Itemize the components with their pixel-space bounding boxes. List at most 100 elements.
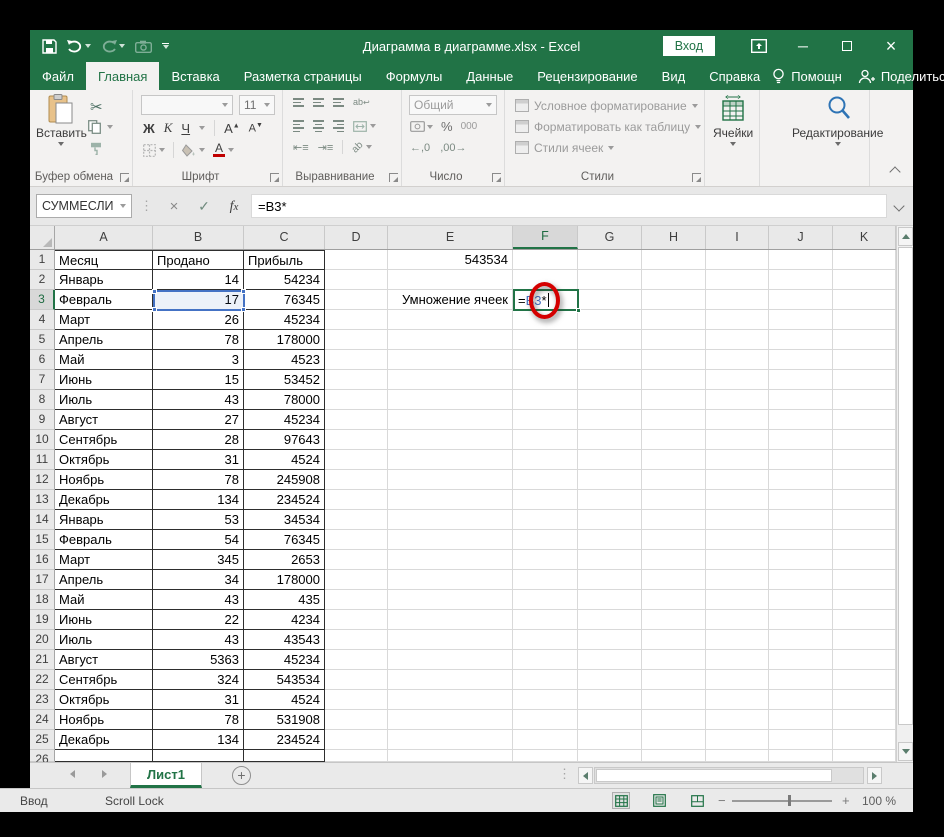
camera-icon[interactable] xyxy=(135,40,152,53)
sheet-nav-right-button[interactable] xyxy=(102,770,107,778)
cell-A15[interactable]: Февраль xyxy=(55,530,153,550)
cell-D19[interactable] xyxy=(325,610,388,630)
cell-I5[interactable] xyxy=(706,330,769,350)
cell-A18[interactable]: Май xyxy=(55,590,153,610)
font-color-button[interactable]: А xyxy=(213,142,234,157)
cell-E16[interactable] xyxy=(388,550,513,570)
underline-dropdown[interactable] xyxy=(199,126,206,130)
row-header-2[interactable]: 2 xyxy=(30,270,55,290)
column-header-B[interactable]: B xyxy=(153,226,244,249)
cell-K8[interactable] xyxy=(833,390,896,410)
cell-J8[interactable] xyxy=(769,390,833,410)
zoom-slider-track[interactable] xyxy=(732,800,832,802)
cell-D20[interactable] xyxy=(325,630,388,650)
cell-C26[interactable] xyxy=(244,750,325,762)
increase-decimal-button[interactable]: ←,0 xyxy=(410,142,430,154)
cell-F23[interactable] xyxy=(513,690,578,710)
cell-H5[interactable] xyxy=(642,330,706,350)
cell-G9[interactable] xyxy=(578,410,642,430)
cell-F25[interactable] xyxy=(513,730,578,750)
cell-C22[interactable]: 543534 xyxy=(244,670,325,690)
underline-button[interactable]: Ч xyxy=(181,121,190,136)
zoom-out-button[interactable]: − xyxy=(718,793,726,808)
cell-G15[interactable] xyxy=(578,530,642,550)
tab-formulas[interactable]: Формулы xyxy=(374,62,455,90)
cell-C1[interactable]: Прибыль xyxy=(244,250,325,270)
row-header-20[interactable]: 20 xyxy=(30,630,55,650)
editing-button[interactable]: Редактирование xyxy=(792,94,883,146)
tab-file[interactable]: Файл xyxy=(30,62,86,90)
cell-A5[interactable]: Апрель xyxy=(55,330,153,350)
wrap-text-button[interactable]: ab↩ xyxy=(353,97,370,107)
merge-center-button[interactable] xyxy=(353,120,376,132)
font-dialog-launcher[interactable] xyxy=(270,173,279,182)
sheet-nav-left-button[interactable] xyxy=(70,770,75,778)
sign-in-button[interactable]: Вход xyxy=(662,36,715,56)
row-header-14[interactable]: 14 xyxy=(30,510,55,530)
cell-G7[interactable] xyxy=(578,370,642,390)
cell-E13[interactable] xyxy=(388,490,513,510)
cell-F21[interactable] xyxy=(513,650,578,670)
cell-H25[interactable] xyxy=(642,730,706,750)
cell-E11[interactable] xyxy=(388,450,513,470)
vertical-scrollbar[interactable] xyxy=(896,226,913,762)
cell-C14[interactable]: 34534 xyxy=(244,510,325,530)
cell-D8[interactable] xyxy=(325,390,388,410)
cell-D23[interactable] xyxy=(325,690,388,710)
cell-A17[interactable]: Апрель xyxy=(55,570,153,590)
cell-I10[interactable] xyxy=(706,430,769,450)
cell-E4[interactable] xyxy=(388,310,513,330)
cell-A3[interactable]: Февраль xyxy=(55,290,153,310)
cell-E2[interactable] xyxy=(388,270,513,290)
cell-B18[interactable]: 43 xyxy=(153,590,244,610)
cell-A7[interactable]: Июнь xyxy=(55,370,153,390)
cell-H22[interactable] xyxy=(642,670,706,690)
row-header-15[interactable]: 15 xyxy=(30,530,55,550)
cell-B19[interactable]: 22 xyxy=(153,610,244,630)
cells-button[interactable]: Ячейки xyxy=(713,94,753,146)
cell-B13[interactable]: 134 xyxy=(153,490,244,510)
cell-H18[interactable] xyxy=(642,590,706,610)
tab-share[interactable]: Поделиться xyxy=(881,69,944,84)
cell-A22[interactable]: Сентябрь xyxy=(55,670,153,690)
new-sheet-button[interactable]: + xyxy=(232,766,251,785)
cell-F11[interactable] xyxy=(513,450,578,470)
align-middle-button[interactable] xyxy=(313,96,324,109)
cell-K1[interactable] xyxy=(833,250,896,270)
cell-I19[interactable] xyxy=(706,610,769,630)
cell-J14[interactable] xyxy=(769,510,833,530)
cell-A9[interactable]: Август xyxy=(55,410,153,430)
cell-A11[interactable]: Октябрь xyxy=(55,450,153,470)
percent-style-button[interactable]: % xyxy=(441,119,453,134)
column-header-J[interactable]: J xyxy=(769,226,833,249)
cell-A12[interactable]: Ноябрь xyxy=(55,470,153,490)
cell-I12[interactable] xyxy=(706,470,769,490)
zoom-slider-thumb[interactable] xyxy=(788,795,791,806)
cell-K25[interactable] xyxy=(833,730,896,750)
decrease-decimal-button[interactable]: ,00→ xyxy=(440,142,466,154)
column-header-D[interactable]: D xyxy=(325,226,388,249)
cell-K20[interactable] xyxy=(833,630,896,650)
row-header-9[interactable]: 9 xyxy=(30,410,55,430)
cell-I21[interactable] xyxy=(706,650,769,670)
cell-A25[interactable]: Декабрь xyxy=(55,730,153,750)
cell-B5[interactable]: 78 xyxy=(153,330,244,350)
cell-H8[interactable] xyxy=(642,390,706,410)
cell-J7[interactable] xyxy=(769,370,833,390)
cell-I18[interactable] xyxy=(706,590,769,610)
align-bottom-button[interactable] xyxy=(333,96,344,109)
fill-color-button[interactable] xyxy=(182,143,205,157)
cell-I15[interactable] xyxy=(706,530,769,550)
cell-I26[interactable] xyxy=(706,750,769,762)
cell-H17[interactable] xyxy=(642,570,706,590)
cell-B12[interactable]: 78 xyxy=(153,470,244,490)
cell-D6[interactable] xyxy=(325,350,388,370)
cell-G17[interactable] xyxy=(578,570,642,590)
cell-F24[interactable] xyxy=(513,710,578,730)
cell-J11[interactable] xyxy=(769,450,833,470)
cell-H14[interactable] xyxy=(642,510,706,530)
cell-C9[interactable]: 45234 xyxy=(244,410,325,430)
select-all-corner[interactable] xyxy=(30,226,55,249)
cell-H15[interactable] xyxy=(642,530,706,550)
cell-K19[interactable] xyxy=(833,610,896,630)
